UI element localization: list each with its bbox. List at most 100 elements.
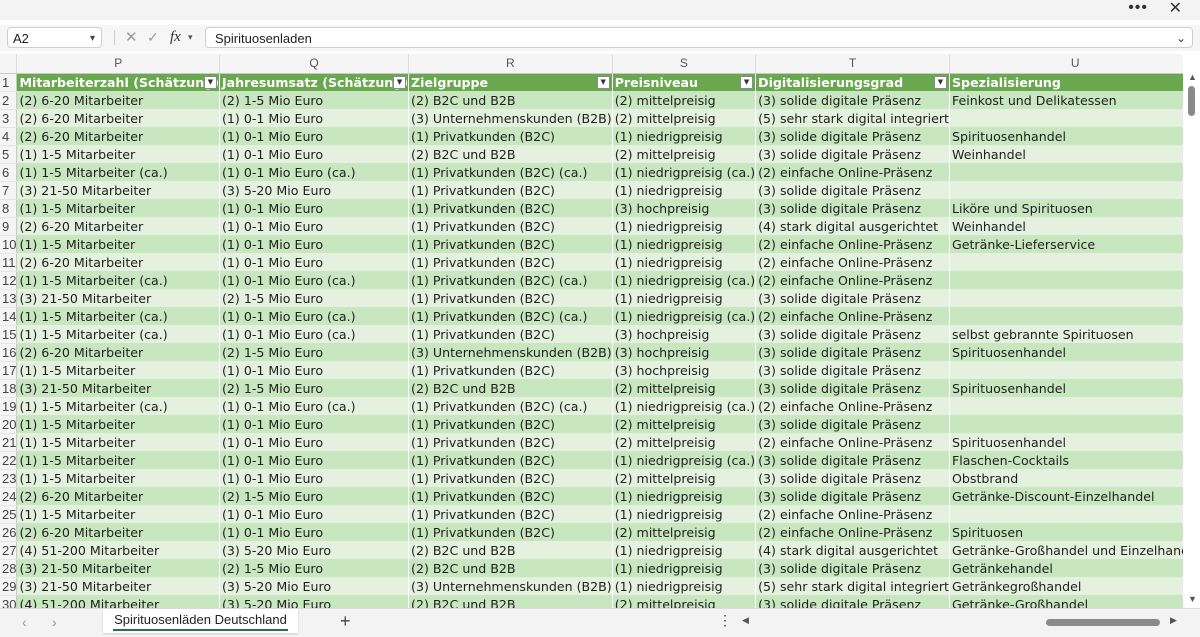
table-cell[interactable]: (2) 6-20 Mitarbeiter [16,523,220,541]
table-cell[interactable]: (1) niedrigpreisig [612,289,757,307]
row-number[interactable]: 6 [0,163,18,182]
table-cell[interactable]: (1) 1-5 Mitarbeiter [16,145,220,163]
table-cell[interactable] [949,253,1183,271]
scroll-right-icon[interactable]: ▶ [1170,615,1177,626]
table-cell[interactable]: (2) mittelpreisig [612,523,757,541]
table-cell[interactable]: (1) niedrigpreisig [612,541,757,559]
table-cell[interactable]: (1) 0-1 Mio Euro [219,217,410,235]
table-cell[interactable]: (3) 21-50 Mitarbeiter [16,379,220,397]
table-cell[interactable]: (3) solide digitale Präsenz [755,415,950,433]
table-cell[interactable]: (2) einfache Online-Präsenz [755,271,950,289]
table-cell[interactable]: (2) mittelpreisig [612,415,757,433]
table-cell[interactable]: (1) 1-5 Mitarbeiter [16,433,220,451]
table-cell[interactable]: (1) 0-1 Mio Euro [219,451,410,469]
table-cell[interactable]: (2) mittelpreisig [612,595,757,608]
row-number[interactable]: 11 [0,253,18,272]
table-cell[interactable]: (1) Privatkunden (B2C) (ca.) [408,163,613,181]
table-cell[interactable]: Spirituosenhandel [949,343,1183,361]
table-cell[interactable]: (3) solide digitale Präsenz [755,181,950,199]
table-cell[interactable] [949,289,1183,307]
table-cell[interactable]: (2) B2C und B2B [408,541,613,559]
table-cell[interactable]: (4) stark digital ausgerichtet [755,217,950,235]
table-cell[interactable]: (1) 0-1 Mio Euro [219,361,410,379]
table-cell[interactable]: (3) hochpreisig [612,325,757,343]
table-cell[interactable]: (2) 1-5 Mio Euro [219,559,410,577]
table-cell[interactable]: (3) 5-20 Mio Euro [219,541,410,559]
table-cell[interactable]: (1) 0-1 Mio Euro (ca.) [219,325,410,343]
row-number[interactable]: 12 [0,271,18,290]
filter-dropdown-icon[interactable]: ▼ [596,75,610,89]
row-number[interactable]: 20 [0,415,18,434]
table-cell[interactable]: Getränkehandel [949,559,1183,577]
table-cell[interactable]: (1) 1-5 Mitarbeiter [16,235,220,253]
table-cell[interactable]: (3) 5-20 Mio Euro [219,577,410,595]
table-cell[interactable]: (1) niedrigpreisig [612,181,757,199]
filter-dropdown-icon[interactable]: ▼ [740,75,754,89]
header-cell[interactable]: Digitalisierungsgrad ▼ [755,73,950,91]
table-cell[interactable]: (3) 5-20 Mio Euro [219,595,410,608]
table-cell[interactable]: (1) Privatkunden (B2C) [408,253,613,271]
table-cell[interactable]: (2) 6-20 Mitarbeiter [16,127,220,145]
table-cell[interactable] [949,415,1183,433]
row-number[interactable]: 5 [0,145,18,164]
table-cell[interactable]: (1) Privatkunden (B2C) [408,523,613,541]
table-cell[interactable]: (2) B2C und B2B [408,595,613,608]
row-number[interactable]: 16 [0,343,18,362]
table-cell[interactable]: (1) Privatkunden (B2C) [408,325,613,343]
table-cell[interactable]: (2) 1-5 Mio Euro [219,487,410,505]
table-cell[interactable]: (2) B2C und B2B [408,559,613,577]
table-cell[interactable]: (3) solide digitale Präsenz [755,487,950,505]
table-cell[interactable]: (2) einfache Online-Präsenz [755,505,950,523]
table-cell[interactable]: (1) niedrigpreisig [612,127,757,145]
table-cell[interactable]: (3) hochpreisig [612,343,757,361]
table-cell[interactable]: (3) 21-50 Mitarbeiter [16,559,220,577]
table-cell[interactable] [949,181,1183,199]
table-cell[interactable]: Feinkost und Delikatessen [949,91,1183,109]
table-cell[interactable]: (1) Privatkunden (B2C) [408,199,613,217]
insert-function-icon[interactable]: fx [170,27,181,48]
table-cell[interactable]: (1) 1-5 Mitarbeiter (ca.) [16,397,220,415]
table-cell[interactable]: (2) 6-20 Mitarbeiter [16,217,220,235]
table-cell[interactable]: (2) mittelpreisig [612,379,757,397]
table-cell[interactable]: (1) niedrigpreisig [612,487,757,505]
row-number[interactable]: 3 [0,109,18,128]
table-cell[interactable]: (3) solide digitale Präsenz [755,325,950,343]
vertical-scrollbar[interactable]: ▲ ▼ [1184,70,1200,608]
table-cell[interactable]: Getränke-Discount-Einzelhandel [949,487,1183,505]
table-cell[interactable] [949,361,1183,379]
column-header[interactable]: P [16,54,220,74]
column-header[interactable]: Q [219,54,410,74]
table-cell[interactable]: (1) 1-5 Mitarbeiter (ca.) [16,307,220,325]
table-cell[interactable] [949,505,1183,523]
table-cell[interactable]: (1) 1-5 Mitarbeiter (ca.) [16,325,220,343]
horizontal-scroll-thumb[interactable] [1046,619,1160,626]
table-cell[interactable]: (1) 0-1 Mio Euro [219,199,410,217]
table-cell[interactable]: (1) Privatkunden (B2C) (ca.) [408,307,613,325]
row-number[interactable]: 4 [0,127,18,146]
row-number[interactable]: 2 [0,91,18,110]
table-cell[interactable]: (1) niedrigpreisig (ca.) [612,163,757,181]
prev-sheet-icon[interactable]: ‹ [22,614,27,630]
table-cell[interactable]: (1) niedrigpreisig [612,235,757,253]
filter-dropdown-icon[interactable]: ▼ [393,75,407,89]
table-cell[interactable]: (3) solide digitale Präsenz [755,361,950,379]
table-cell[interactable]: (3) solide digitale Präsenz [755,343,950,361]
table-cell[interactable]: (3) solide digitale Präsenz [755,451,950,469]
row-number[interactable]: 7 [0,181,18,200]
table-cell[interactable]: (3) solide digitale Präsenz [755,379,950,397]
scroll-left-icon[interactable]: ◀ [742,615,749,626]
scroll-thumb[interactable] [1188,86,1195,116]
table-cell[interactable]: (1) Privatkunden (B2C) (ca.) [408,397,613,415]
table-cell[interactable]: (2) einfache Online-Präsenz [755,397,950,415]
table-cell[interactable]: (1) Privatkunden (B2C) [408,487,613,505]
table-cell[interactable]: (2) einfache Online-Präsenz [755,307,950,325]
table-cell[interactable]: (4) 51-200 Mitarbeiter [16,595,220,608]
table-cell[interactable]: (3) 5-20 Mio Euro [219,181,410,199]
row-number[interactable]: 26 [0,523,18,542]
table-cell[interactable]: (2) 1-5 Mio Euro [219,379,410,397]
expand-formula-icon[interactable]: ⌄ [1176,28,1186,49]
more-options-icon[interactable]: ••• [1128,0,1148,16]
table-cell[interactable]: Obstbrand [949,469,1183,487]
row-number[interactable]: 28 [0,559,18,578]
table-cell[interactable]: (1) niedrigpreisig [612,253,757,271]
